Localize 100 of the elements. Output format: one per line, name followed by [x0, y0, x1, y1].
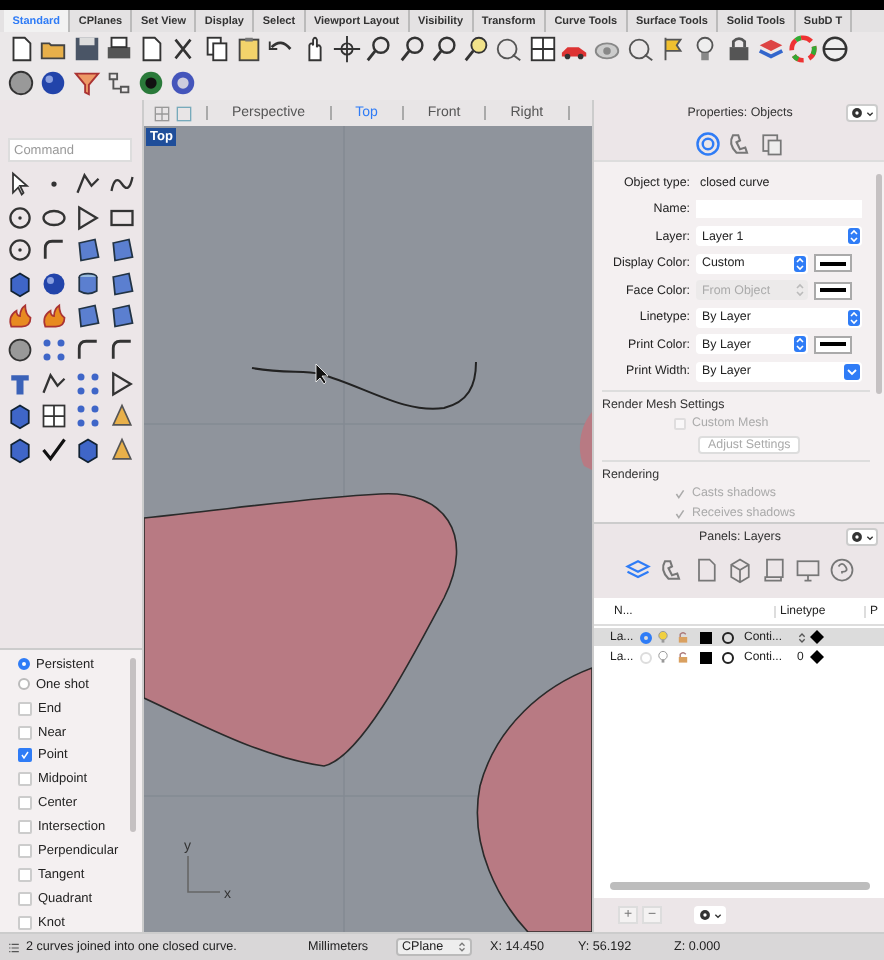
chevron-icon	[866, 109, 874, 117]
print-icon[interactable]	[103, 34, 134, 64]
color-swatch[interactable]	[700, 651, 712, 663]
zoom-selected-icon[interactable]	[462, 34, 493, 64]
grid-icon[interactable]	[40, 402, 68, 431]
stepper-icon	[794, 282, 806, 298]
stepper-icon	[794, 255, 806, 271]
copy-icon[interactable]	[201, 34, 232, 64]
stepper-icon	[848, 228, 860, 244]
color-wheel-icon[interactable]	[788, 34, 819, 64]
polygon-icon[interactable]	[74, 203, 102, 232]
monitor-icon[interactable]	[794, 556, 822, 584]
target-circle-icon[interactable]	[694, 129, 722, 157]
settings-button[interactable]	[846, 104, 878, 122]
checkbox[interactable]	[18, 892, 32, 907]
surface-icon[interactable]	[108, 269, 136, 298]
list-icon[interactable]	[8, 941, 20, 953]
box-icon[interactable]	[6, 269, 34, 298]
dots-icon[interactable]	[74, 402, 102, 431]
surface-icon[interactable]	[108, 236, 136, 265]
box-icon[interactable]	[6, 402, 34, 431]
fire-icon[interactable]	[6, 302, 34, 331]
gear-icon	[850, 530, 864, 544]
closed-curve-region	[579, 412, 592, 470]
polyline-icon[interactable]	[40, 369, 68, 398]
zoom-icon[interactable]	[364, 34, 395, 64]
checkbox[interactable]	[18, 725, 32, 739]
check-icon[interactable]	[40, 435, 68, 464]
layers-icon[interactable]	[624, 556, 652, 584]
radio-button[interactable]	[639, 631, 651, 643]
arc-icon[interactable]	[40, 236, 68, 265]
lock-icon[interactable]	[675, 650, 689, 664]
settings-button[interactable]	[846, 528, 878, 546]
sphere-icon[interactable]	[6, 335, 34, 364]
material-circle[interactable]	[721, 631, 733, 643]
stepper-icon	[458, 942, 466, 952]
surface-icon[interactable]	[108, 302, 136, 331]
checkbox[interactable]	[18, 820, 32, 835]
color-swatch[interactable]	[814, 335, 852, 353]
checkbox[interactable]	[18, 916, 32, 931]
zoom-window-icon[interactable]	[397, 34, 428, 64]
checkbox[interactable]	[18, 772, 32, 787]
sphere-icon[interactable]	[40, 269, 68, 298]
bulb-icon[interactable]	[656, 650, 670, 664]
box-icon[interactable]	[6, 435, 34, 464]
cylinder-icon[interactable]	[74, 269, 102, 298]
checkbox[interactable]	[18, 868, 32, 883]
chevron-icon	[866, 533, 874, 541]
cone-icon[interactable]	[108, 402, 136, 431]
shaded-sphere-icon[interactable]	[6, 68, 36, 98]
dots-icon[interactable]	[74, 369, 102, 398]
settings-button[interactable]	[694, 906, 726, 924]
cone-icon[interactable]	[108, 435, 136, 464]
gear-icon	[698, 908, 712, 922]
magnifier-icon[interactable]	[625, 34, 656, 64]
grid-icon[interactable]	[527, 34, 558, 64]
radio-button[interactable]	[18, 658, 30, 671]
arc-icon[interactable]	[74, 335, 102, 364]
checkbox[interactable]	[18, 748, 32, 763]
stepper-icon	[794, 336, 806, 352]
text-icon[interactable]	[6, 369, 34, 398]
box-icon[interactable]	[74, 435, 102, 464]
cursor-icon	[315, 363, 329, 385]
checkbox[interactable]	[18, 796, 32, 811]
color-swatch[interactable]	[814, 254, 852, 272]
page-icon[interactable]	[692, 556, 720, 584]
circle-icon[interactable]	[6, 236, 34, 265]
radio-button[interactable]	[18, 678, 30, 691]
sphere-icon[interactable]	[820, 34, 851, 64]
select-arrow-icon[interactable]	[6, 170, 34, 198]
surface-icon[interactable]	[74, 302, 102, 331]
polygon-icon[interactable]	[108, 369, 136, 398]
surface-icon[interactable]	[74, 236, 102, 265]
stepper-icon[interactable]	[797, 631, 805, 643]
circle-icon[interactable]	[6, 203, 34, 232]
sphere-icon[interactable]	[38, 68, 69, 98]
axis-icon	[187, 855, 221, 893]
tree-icon[interactable]	[103, 68, 134, 98]
chevron-icon	[714, 911, 722, 919]
scrollbar[interactable]	[610, 882, 870, 890]
color-swatch[interactable]	[700, 631, 712, 643]
chevron-icon	[844, 363, 860, 379]
ball-icon[interactable]	[136, 68, 167, 98]
layers-icon[interactable]	[755, 34, 786, 64]
gear-icon	[850, 106, 864, 120]
scrollbar[interactable]	[130, 658, 136, 832]
polyline-icon[interactable]	[74, 170, 102, 198]
move-icon[interactable]	[331, 34, 362, 64]
checkbox[interactable]	[18, 701, 32, 716]
arc-icon[interactable]	[108, 335, 136, 364]
checkbox[interactable]	[18, 844, 32, 859]
zoom-extents-icon[interactable]	[429, 34, 460, 64]
scrollbar[interactable]	[876, 174, 882, 394]
save-icon[interactable]	[71, 34, 102, 64]
scroll-icon[interactable]	[760, 556, 788, 584]
clipboard-icon[interactable]	[234, 34, 265, 64]
dots-icon[interactable]	[40, 335, 68, 364]
fire-icon[interactable]	[40, 302, 68, 331]
texture-icon[interactable]	[758, 129, 786, 157]
material-circle[interactable]	[721, 651, 733, 663]
